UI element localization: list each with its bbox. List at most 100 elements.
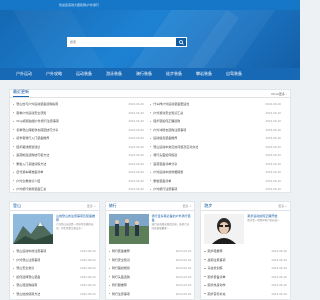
nav-item-outdoor-guide[interactable]: 户外攻略	[46, 71, 76, 77]
list-item[interactable]: 露营装备清单分享 2024-06-20	[150, 160, 287, 169]
list-item-title[interactable]: 跑步鞋推荐	[204, 249, 223, 253]
nav-item-driving-gear[interactable]: 自驾装备	[226, 71, 256, 77]
list-item-title[interactable]: 夏季户外运动安全须知	[13, 111, 46, 115]
list-item[interactable]: 攀岩入门基础训练方法 2024-06-20	[13, 160, 150, 169]
list-item-title[interactable]: 骑行头盔选购	[108, 275, 130, 279]
list-item[interactable]: 跑步装备清单 2024-06-20	[201, 273, 290, 282]
list-item[interactable]: 登山运动中常见的问题及应对办法 2024-06-20	[150, 143, 287, 152]
list-item-title[interactable]: 户外旅行注意事项	[150, 187, 177, 191]
list-item[interactable]: 登山杖与户外运动装备选购指南 2024-06-20	[13, 100, 150, 109]
list-item-title[interactable]: 攀岩装备清单	[150, 179, 171, 183]
list-item-title[interactable]: 冬季登山保暖穿衣搭配技巧分享	[13, 128, 58, 132]
list-item-title[interactable]: 运动健身装备推荐	[150, 136, 177, 140]
list-item-title[interactable]: 骑行头盔如何挑选	[150, 153, 177, 157]
list-item-title[interactable]: 晨跑注意事项	[204, 258, 226, 262]
list-item[interactable]: 自驾游车辆准备清单 2024-06-20	[13, 168, 150, 177]
list-item[interactable]: 攀岩装备清单 2024-06-20	[150, 177, 287, 186]
card-more-link[interactable]: 更多 »	[87, 204, 96, 208]
list-item[interactable]: 运动健身装备推荐 2024-06-20	[150, 134, 287, 143]
portrait-thumbnail[interactable]	[204, 214, 245, 244]
card-feature[interactable]: 跑步运动如何正确开始 跑步是一项简单易行的运动...	[201, 211, 290, 247]
search-input[interactable]	[68, 38, 176, 46]
list-item[interactable]: 骑行装备推荐 2024-06-20	[106, 247, 195, 256]
list-item-title[interactable]: 徒步路线规划建议	[13, 145, 40, 149]
list-item[interactable]: Vlog视频拍摄户外旅行注意事项 2024-06-20	[13, 117, 150, 126]
list-item[interactable]: 徒步路线规划建议 2024-06-20	[13, 143, 150, 152]
list-item-title[interactable]: 户外游泳安全知识汇总	[150, 111, 183, 115]
list-item[interactable]: 登山杖的使用方法 2024-06-20	[10, 290, 99, 299]
list-item[interactable]: 跑步热身动作 2024-06-20	[201, 281, 290, 290]
list-item-title[interactable]: 跑步热身动作	[204, 283, 226, 287]
list-item-title[interactable]: 骑行路线规划	[108, 266, 130, 270]
list-item-title[interactable]: 自驾游车辆准备清单	[13, 170, 43, 174]
feature-title[interactable]: 骑行爱好者必备的户外骑行装备	[152, 214, 192, 222]
list-item-title[interactable]: 初学者骑行入门装备推荐	[13, 136, 49, 140]
list-item-title[interactable]: 骑行安全知识	[108, 258, 130, 262]
list-item-title[interactable]: 骑行装备推荐	[108, 249, 130, 253]
list-item[interactable]: 骑行路线规划 2024-06-20	[106, 264, 195, 273]
list-item-title[interactable]: 攀岩入门基础训练方法	[13, 162, 46, 166]
list-item-title[interactable]: 登山安全常识	[13, 266, 34, 270]
list-item-title[interactable]: 登山杖的使用方法	[13, 292, 40, 296]
list-item[interactable]: 户外冲锋衣选购注意事项 2024-06-20	[150, 126, 287, 135]
card-more-link[interactable]: 更多 »	[183, 204, 192, 208]
card-feature[interactable]: 骑行爱好者必备的户外骑行装备 骑行运动越来越受欢迎，选择合适的装备很重要...	[106, 211, 195, 247]
list-item-title[interactable]: 什么样户外运动装备更适合	[150, 102, 189, 106]
list-item-title[interactable]: 马拉松训练	[204, 266, 223, 270]
list-item[interactable]: 骑行头盔如何挑选 2024-06-20	[150, 151, 287, 160]
list-item-title[interactable]: 户外登山注意事项	[13, 258, 40, 262]
cyclists-thumbnail[interactable]	[108, 214, 149, 244]
list-item[interactable]: 户外旅行注意事项 2024-06-20	[150, 185, 287, 194]
list-item-title[interactable]: 登山杖与户外运动装备选购指南	[13, 102, 58, 106]
list-item[interactable]: 露营帐篷选购技巧和方法 2024-06-20	[13, 151, 150, 160]
list-item-title[interactable]: 户外旅行常用装备汇总	[13, 187, 46, 191]
list-item[interactable]: 登山鞋选购指南 2024-06-20	[10, 281, 99, 290]
list-item-title[interactable]: Vlog视频拍摄户外旅行注意事项	[13, 119, 59, 123]
list-item-title[interactable]: 骑行注意事项	[108, 292, 130, 296]
list-item-title[interactable]: 户外急救常识介绍	[13, 179, 40, 183]
mountain-thumbnail[interactable]	[13, 214, 53, 244]
list-item[interactable]: 登山安全常识 2024-06-20	[10, 264, 99, 273]
feature-title[interactable]: 山地登山的注意事项及装备推荐	[56, 214, 96, 222]
list-item[interactable]: 冬季登山保暖穿衣搭配技巧分享 2024-06-20	[13, 126, 150, 135]
list-item[interactable]: 徒步鞋如何正确选购 2024-06-20	[150, 117, 287, 126]
list-item-title[interactable]: 跑步装备清单	[204, 275, 226, 279]
nav-item-sports-gear[interactable]: 运动装备	[76, 71, 106, 77]
latest-news-more-link[interactable]: More更多 ›	[271, 92, 287, 97]
list-item[interactable]: 跑步营养补充 2024-06-20	[201, 290, 290, 299]
nav-item-hiking-gear[interactable]: 徒步装备	[166, 71, 196, 77]
list-item[interactable]: 登山运动中的注意事项 2024-06-20	[10, 247, 99, 256]
list-item[interactable]: 初学者骑行入门装备推荐 2024-06-20	[13, 134, 150, 143]
list-item[interactable]: 跑步鞋推荐 2024-06-20	[201, 247, 290, 256]
search-button[interactable]	[176, 38, 186, 46]
feature-title[interactable]: 跑步运动如何正确开始	[247, 214, 279, 218]
list-item-title[interactable]: 露营装备清单分享	[150, 162, 177, 166]
list-item-title[interactable]: 登山鞋选购指南	[13, 283, 37, 287]
list-item[interactable]: 骑行安全知识 2024-06-20	[106, 256, 195, 265]
list-item[interactable]: 户外运动中的防晒措施 2024-06-20	[150, 168, 287, 177]
list-item[interactable]: 户外登山注意事项 2024-06-20	[10, 256, 99, 265]
list-item-title[interactable]: 户外冲锋衣选购注意事项	[150, 128, 186, 132]
list-item[interactable]: 如何选择登山装备 2024-06-20	[10, 273, 99, 282]
list-item[interactable]: 夏季户外运动安全须知 2024-06-20	[13, 109, 150, 118]
card-more-link[interactable]: 更多 »	[278, 204, 287, 208]
list-item[interactable]: 什么样户外运动装备更适合 2024-06-20	[150, 100, 287, 109]
nav-item-outdoor-sports[interactable]: 户外运动	[16, 71, 46, 77]
nav-item-cycling-gear[interactable]: 骑行装备	[136, 71, 166, 77]
list-item-title[interactable]: 露营帐篷选购技巧和方法	[13, 153, 49, 157]
list-item-title[interactable]: 如何选择登山装备	[13, 275, 40, 279]
list-item-title[interactable]: 登山运动中常见的问题及应对办法	[150, 145, 198, 149]
list-item[interactable]: 户外旅行常用装备汇总 2024-06-20	[13, 185, 150, 194]
list-item[interactable]: 骑行头盔选购 2024-06-20	[106, 273, 195, 282]
list-item[interactable]: 骑行服推荐 2024-06-20	[106, 281, 195, 290]
list-item[interactable]: 马拉松训练 2024-06-20	[201, 264, 290, 273]
card-feature[interactable]: 山地登山的注意事项及装备推荐 户外登山运动是一项非常有趣的运动，但也需要注意安全…	[10, 211, 99, 247]
list-item-title[interactable]: 跑步营养补充	[204, 292, 226, 296]
list-item-title[interactable]: 徒步鞋如何正确选购	[150, 119, 180, 123]
list-item[interactable]: 户外游泳安全知识汇总 2024-06-20	[150, 109, 287, 118]
list-item[interactable]: 骑行注意事项 2024-06-20	[106, 290, 195, 299]
list-item[interactable]: 户外急救常识介绍 2024-06-20	[13, 177, 150, 186]
list-item[interactable]: 晨跑注意事项 2024-06-20	[201, 256, 290, 265]
list-item-title[interactable]: 登山运动中的注意事项	[13, 249, 46, 253]
list-item-title[interactable]: 户外运动中的防晒措施	[150, 170, 183, 174]
